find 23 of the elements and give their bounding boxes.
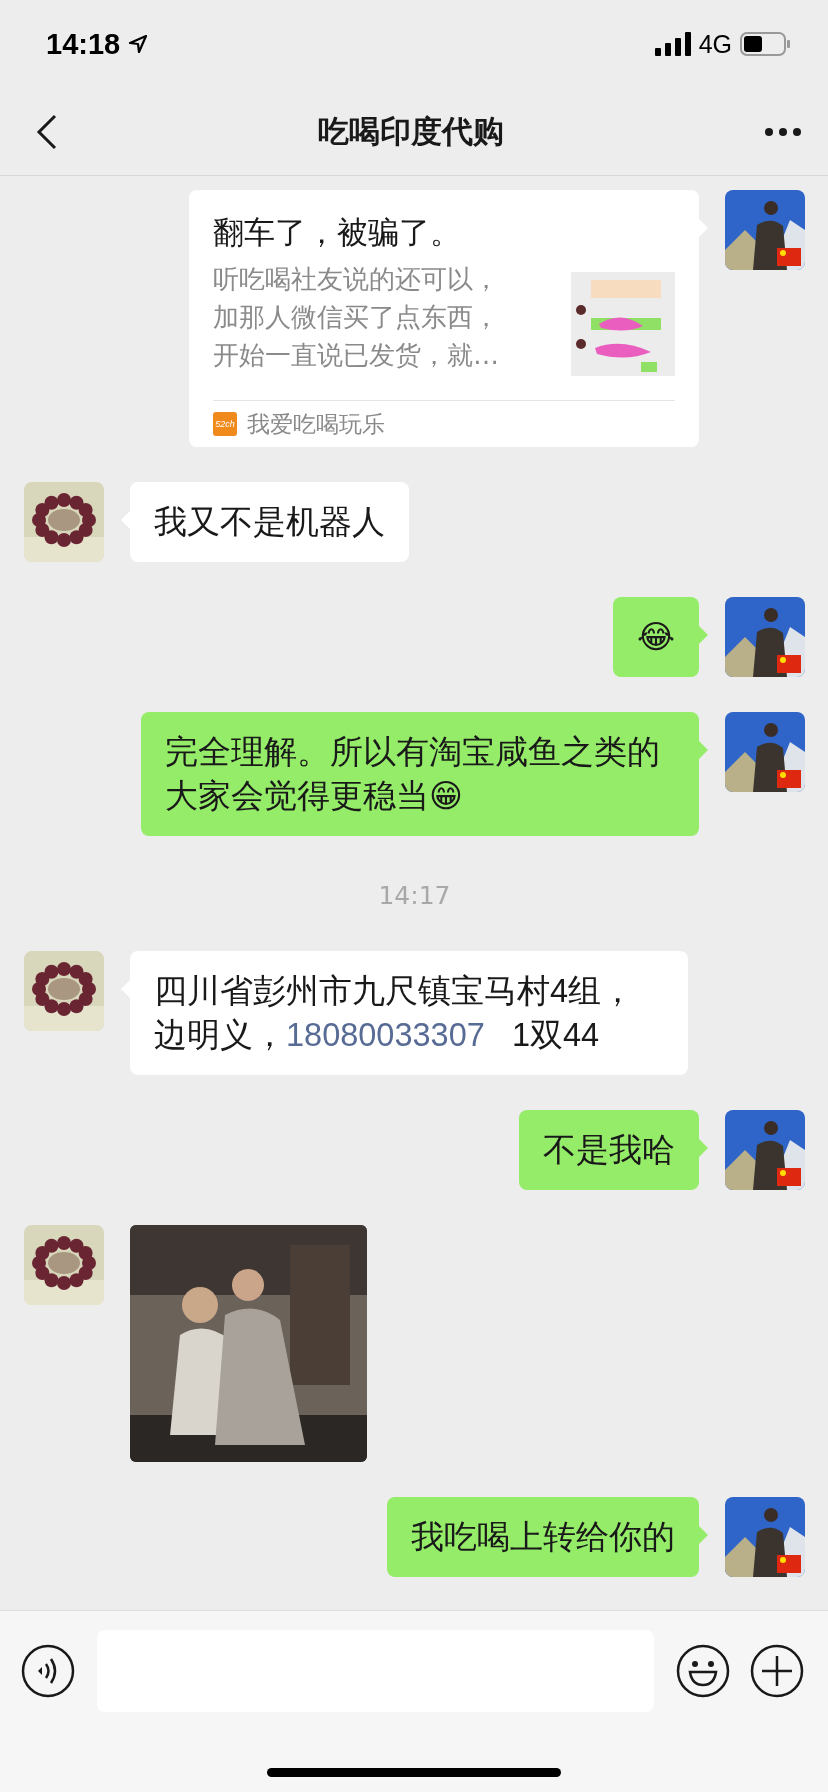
message-text: 四川省彭州市九尺镇宝马村4组，边明义，18080033307 1双44 bbox=[154, 972, 636, 1055]
source-logo: 52ch bbox=[213, 412, 237, 436]
message-text: 😂 bbox=[637, 618, 675, 657]
message-text: 我又不是机器人 bbox=[154, 503, 385, 542]
voice-icon[interactable] bbox=[21, 1644, 75, 1698]
chat-title: 吃喝印度代购 bbox=[318, 111, 504, 151]
back-icon[interactable] bbox=[36, 113, 58, 150]
card-title: 翻车了，被骗了。 bbox=[213, 213, 462, 252]
plus-icon[interactable] bbox=[750, 1644, 804, 1698]
message-text: 不是我哈 bbox=[543, 1131, 675, 1170]
network-type: 4G bbox=[698, 29, 732, 59]
phone-link[interactable]: 18080033307 bbox=[286, 1017, 485, 1053]
message-text: 完全理解。所以有淘宝咸鱼之类的大家会觉得更稳当😁 bbox=[165, 733, 661, 816]
timestamp: 14:17 bbox=[378, 881, 451, 910]
battery-icon bbox=[740, 32, 790, 56]
location-icon bbox=[128, 34, 149, 54]
card-description: 听吃喝社友说的还可以，加那人微信买了点东西，开始一直说已发货，就… bbox=[213, 263, 500, 372]
smiley-icon[interactable] bbox=[676, 1644, 730, 1698]
signal-icon bbox=[654, 32, 691, 56]
more-icon[interactable] bbox=[764, 126, 802, 137]
message-text: 我吃喝上转给你的 bbox=[411, 1518, 675, 1557]
source-name: 我爱吃喝玩乐 bbox=[247, 409, 385, 439]
status-time: 14:18 bbox=[46, 27, 121, 61]
